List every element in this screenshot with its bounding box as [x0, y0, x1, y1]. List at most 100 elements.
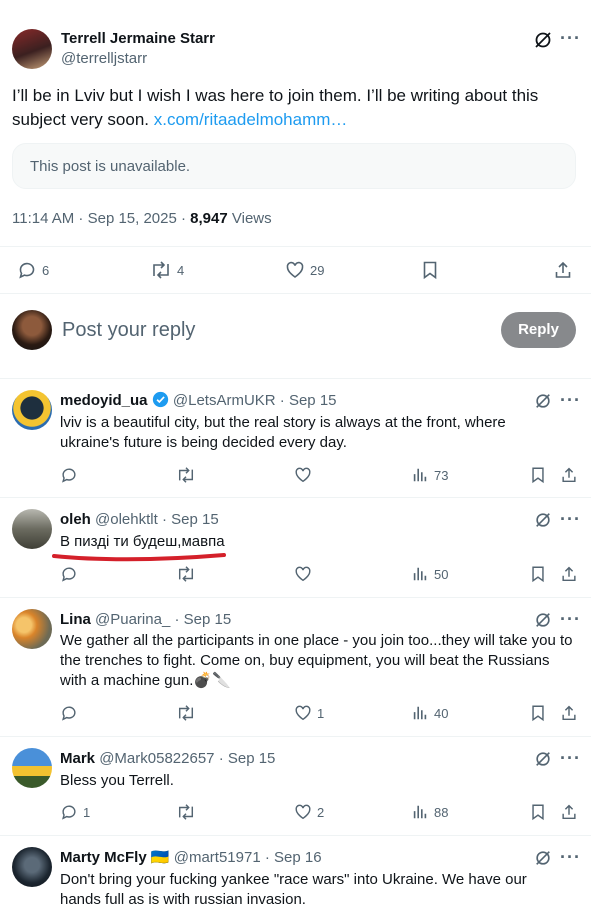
avatar[interactable]: [12, 748, 52, 788]
reply-header: Marty McFly 🇺🇦 @mart51971 · Sep 16: [60, 848, 322, 868]
divider: [0, 246, 591, 247]
share-icon[interactable]: [553, 260, 573, 280]
reply-date[interactable]: · Sep 15: [162, 511, 219, 528]
share-icon[interactable]: [560, 565, 578, 583]
reply-date[interactable]: · Sep 15: [219, 750, 276, 767]
reply-author-name[interactable]: medoyid_ua: [60, 392, 148, 409]
bookmark-icon[interactable]: [420, 260, 440, 280]
reply-header: Mark @Mark05822657 · Sep 15: [60, 749, 275, 769]
grok-icon[interactable]: [534, 849, 552, 867]
repost-icon: [150, 260, 172, 280]
author-name[interactable]: Terrell Jermaine Starr: [61, 30, 215, 47]
author-avatar[interactable]: [12, 29, 52, 69]
divider: [0, 597, 591, 598]
grok-icon[interactable]: [534, 392, 552, 410]
grok-icon[interactable]: [534, 511, 552, 529]
reply-button[interactable]: Reply: [501, 312, 576, 348]
more-options-icon[interactable]: ···: [560, 848, 581, 866]
repost-count: 4: [177, 262, 185, 278]
views-action[interactable]: 40: [411, 704, 448, 722]
heart-icon: [285, 260, 305, 280]
verified-badge-icon: [152, 391, 169, 408]
reply-handle[interactable]: @Puarina_: [95, 611, 170, 628]
like-action[interactable]: 2: [294, 803, 324, 821]
like-action[interactable]: [294, 565, 312, 583]
like-action[interactable]: 1: [294, 704, 324, 722]
views-action[interactable]: 73: [411, 466, 448, 484]
reply-handle[interactable]: @LetsArmUKR: [173, 392, 276, 409]
reply-icon: [60, 565, 78, 583]
reply-handle[interactable]: @mart51971: [174, 849, 261, 866]
post-text: I’ll be in Lviv but I wish I was here to…: [12, 84, 572, 132]
reply-header: oleh @olehktlt · Sep 15: [60, 510, 219, 530]
reply-author-name[interactable]: Marty McFly: [60, 849, 147, 866]
reply-handle[interactable]: @olehktlt: [95, 511, 158, 528]
avatar[interactable]: [12, 847, 52, 887]
reply-action[interactable]: [60, 704, 78, 722]
reply-icon: [17, 260, 37, 280]
reply-text: lviv is a beautiful city, but the real s…: [60, 414, 506, 451]
current-user-avatar[interactable]: [12, 310, 52, 350]
author-handle[interactable]: @terrelljstarr: [61, 50, 147, 67]
reply-author-name[interactable]: Mark: [60, 750, 95, 767]
reply-author-name[interactable]: oleh: [60, 511, 91, 528]
reply-count: 1: [83, 804, 91, 820]
avatar[interactable]: [12, 509, 52, 549]
reply-text: Bless you Terrell.: [60, 772, 174, 789]
reply-count: 6: [42, 262, 50, 278]
repost-action[interactable]: [176, 565, 196, 583]
views-count: 8,947: [190, 210, 228, 227]
bookmark-icon[interactable]: [529, 803, 547, 821]
views-icon: [411, 803, 429, 821]
reply-action[interactable]: [60, 565, 78, 583]
reply-input[interactable]: Post your reply: [62, 319, 195, 342]
reply-author-name[interactable]: Lina: [60, 611, 91, 628]
reply-action[interactable]: 1: [60, 803, 90, 821]
reply-action[interactable]: 6: [17, 260, 49, 280]
share-icon[interactable]: [560, 466, 578, 484]
more-options-icon[interactable]: ···: [560, 510, 581, 528]
share-icon[interactable]: [560, 803, 578, 821]
more-options-icon[interactable]: ···: [560, 610, 581, 628]
reply-handle[interactable]: @Mark05822657: [99, 750, 214, 767]
like-action[interactable]: 29: [285, 260, 324, 280]
grok-icon[interactable]: [533, 30, 553, 50]
post-time[interactable]: 11:14 AM · Sep 15, 2025 ·: [12, 210, 190, 227]
reply-header: Lina @Puarina_ · Sep 15: [60, 610, 231, 630]
views-action[interactable]: 88: [411, 803, 448, 821]
views-count: 73: [434, 467, 449, 483]
avatar[interactable]: [12, 390, 52, 430]
reply-action[interactable]: [60, 466, 78, 484]
quote-unavailable-text: This post is unavailable.: [30, 158, 191, 175]
repost-action[interactable]: [176, 466, 196, 484]
reply-header: medoyid_ua @LetsArmUKR · Sep 15: [60, 391, 337, 411]
reply-date[interactable]: · Sep 16: [265, 849, 322, 866]
post-link[interactable]: x.com/ritaadelmohamm…: [154, 110, 348, 129]
grok-icon[interactable]: [534, 611, 552, 629]
views-count: 40: [434, 705, 449, 721]
repost-action[interactable]: 4: [150, 260, 184, 280]
like-action[interactable]: [294, 466, 312, 484]
bookmark-icon[interactable]: [529, 704, 547, 722]
views-icon: [411, 704, 429, 722]
repost-icon: [176, 803, 196, 821]
heart-icon: [294, 803, 312, 821]
bookmark-icon[interactable]: [529, 565, 547, 583]
repost-icon: [176, 704, 196, 722]
avatar[interactable]: [12, 609, 52, 649]
more-options-icon[interactable]: ···: [560, 391, 581, 409]
reply-date[interactable]: · Sep 15: [280, 392, 337, 409]
repost-action[interactable]: [176, 704, 196, 722]
reply-icon: [60, 466, 78, 484]
like-count: 1: [317, 705, 325, 721]
bookmark-icon[interactable]: [529, 466, 547, 484]
grok-icon[interactable]: [534, 750, 552, 768]
divider: [0, 835, 591, 836]
more-options-icon[interactable]: ···: [560, 29, 581, 47]
repost-action[interactable]: [176, 803, 196, 821]
views-action[interactable]: 50: [411, 565, 448, 583]
share-icon[interactable]: [560, 704, 578, 722]
reply-date[interactable]: · Sep 15: [174, 611, 231, 628]
views-label: Views: [227, 210, 272, 227]
more-options-icon[interactable]: ···: [560, 749, 581, 767]
